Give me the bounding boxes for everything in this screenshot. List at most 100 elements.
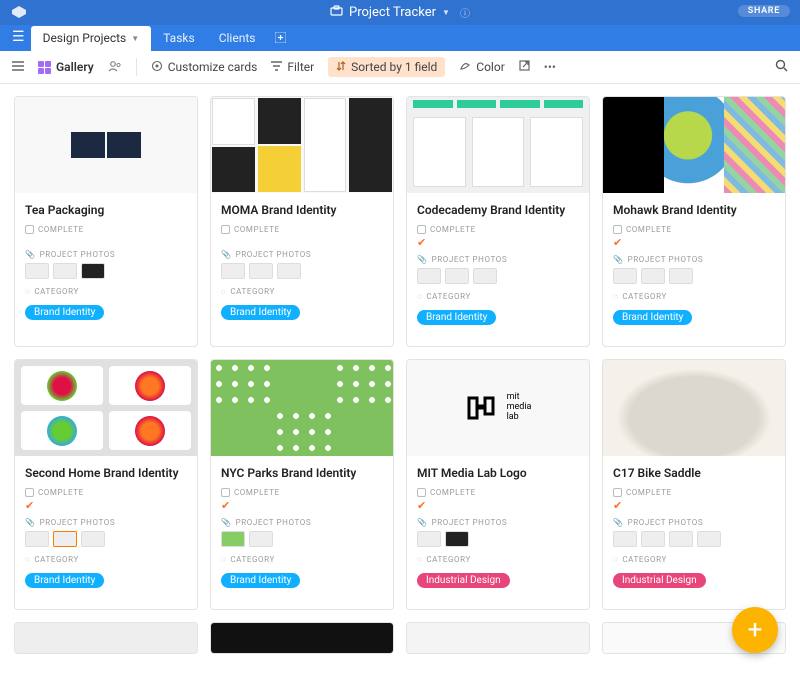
gallery-card[interactable]	[210, 622, 394, 654]
category-pill: Brand Identity	[25, 305, 104, 320]
add-tab-button[interactable]	[267, 27, 294, 51]
info-icon[interactable]: ⓘ	[460, 5, 470, 20]
check-icon: ✔	[417, 236, 579, 249]
field-category: ◌CATEGORY	[417, 555, 579, 564]
field-complete: COMPLETE	[221, 225, 383, 234]
person-field-icon[interactable]	[108, 60, 122, 75]
tab-bar: ☰ Design Projects ▼ Tasks Clients	[0, 25, 800, 51]
gallery-card[interactable]: Codecademy Brand Identity COMPLETE ✔ 📎PR…	[406, 96, 590, 347]
label: Color	[476, 60, 504, 74]
category-pill: Brand Identity	[417, 310, 496, 325]
card-title: MOMA Brand Identity	[221, 203, 383, 217]
photo-thumbs	[613, 531, 775, 547]
share-view-icon[interactable]	[519, 60, 530, 74]
check-icon: ✔	[613, 236, 775, 249]
card-cover	[603, 97, 785, 193]
gallery-card[interactable]: Tea Packaging COMPLETE 📎PROJECT PHOTOS ◌…	[14, 96, 198, 347]
checkbox-icon	[613, 225, 622, 234]
gear-icon	[151, 60, 163, 75]
gallery-card[interactable]: C17 Bike Saddle COMPLETE ✔ 📎PROJECT PHOT…	[602, 359, 786, 610]
tag-icon: ◌	[613, 555, 618, 564]
attachment-icon: 📎	[25, 250, 36, 259]
photo-thumbs	[25, 531, 187, 547]
checkbox-icon	[25, 488, 34, 497]
card-cover	[15, 97, 197, 193]
add-record-button[interactable]: +	[732, 607, 778, 653]
checkbox-icon	[221, 488, 230, 497]
tag-icon: ◌	[613, 292, 618, 301]
sort-button[interactable]: Sorted by 1 field	[328, 57, 445, 77]
tab-clients[interactable]: Clients	[207, 26, 268, 51]
field-category: ◌CATEGORY	[417, 292, 579, 301]
checkbox-icon	[613, 488, 622, 497]
check-icon: ✔	[417, 499, 579, 512]
attachment-icon: 📎	[417, 518, 428, 527]
attachment-icon: 📎	[221, 250, 232, 259]
category-pill: Industrial Design	[417, 573, 510, 588]
field-category: ◌CATEGORY	[613, 292, 775, 301]
menu-icon[interactable]: ☰	[8, 29, 31, 51]
photo-thumbs	[221, 531, 383, 547]
filter-button[interactable]: Filter	[271, 60, 314, 74]
gallery-card[interactable]	[14, 622, 198, 654]
view-toolbar: Gallery Customize cards Filter Sorted by…	[0, 51, 800, 84]
field-photos: 📎PROJECT PHOTOS	[417, 518, 579, 527]
field-photos: 📎PROJECT PHOTOS	[25, 250, 187, 259]
check-icon: ✔	[221, 499, 383, 512]
field-complete: COMPLETE	[221, 488, 383, 497]
gallery-grid: Tea Packaging COMPLETE 📎PROJECT PHOTOS ◌…	[0, 84, 800, 675]
gallery-card[interactable]: mit media lab MIT Media Lab Logo COMPLET…	[406, 359, 590, 610]
mit-text: mit media lab	[507, 393, 532, 423]
photo-thumbs	[417, 531, 579, 547]
field-category: ◌CATEGORY	[25, 555, 187, 564]
tag-icon: ◌	[25, 555, 30, 564]
check-icon: ✔	[613, 499, 775, 512]
field-complete: COMPLETE	[417, 225, 579, 234]
gallery-card[interactable]: NYC Parks Brand Identity COMPLETE ✔ 📎PRO…	[210, 359, 394, 610]
view-switcher[interactable]: Gallery	[38, 60, 94, 74]
photo-thumbs	[25, 263, 187, 279]
field-photos: 📎PROJECT PHOTOS	[221, 518, 383, 527]
card-cover: mit media lab	[407, 360, 589, 456]
card-cover	[211, 623, 393, 653]
share-button[interactable]: SHARE	[738, 5, 790, 17]
card-title: Mohawk Brand Identity	[613, 203, 775, 217]
paint-icon	[459, 60, 471, 75]
topbar: Project Tracker ▼ ⓘ SHARE	[0, 0, 800, 25]
tab-tasks[interactable]: Tasks	[151, 26, 207, 51]
tag-icon: ◌	[417, 292, 422, 301]
views-menu-icon[interactable]	[12, 60, 24, 74]
card-title: C17 Bike Saddle	[613, 466, 775, 480]
category-pill: Brand Identity	[613, 310, 692, 325]
field-complete: COMPLETE	[25, 488, 187, 497]
attachment-icon: 📎	[25, 518, 36, 527]
card-cover	[407, 97, 589, 193]
attachment-icon: 📎	[613, 518, 624, 527]
checkbox-icon	[417, 225, 426, 234]
briefcase-icon	[330, 5, 343, 20]
base-title-area[interactable]: Project Tracker ▼ ⓘ	[330, 5, 470, 20]
tag-icon: ◌	[25, 287, 30, 296]
label: Sorted by 1 field	[351, 60, 437, 74]
checkbox-icon	[417, 488, 426, 497]
color-button[interactable]: Color	[459, 60, 504, 75]
checkbox-icon	[221, 225, 230, 234]
view-name: Gallery	[56, 60, 94, 74]
tab-design-projects[interactable]: Design Projects ▼	[31, 26, 152, 51]
customize-cards-button[interactable]: Customize cards	[151, 60, 258, 75]
mit-logo-icon	[465, 394, 501, 422]
gallery-card[interactable]	[406, 622, 590, 654]
gallery-card[interactable]: Second Home Brand Identity COMPLETE ✔ 📎P…	[14, 359, 198, 610]
attachment-icon: 📎	[221, 518, 232, 527]
more-icon[interactable]: •••	[544, 60, 556, 74]
gallery-card[interactable]: MOMA Brand Identity COMPLETE 📎PROJECT PH…	[210, 96, 394, 347]
attachment-icon: 📎	[613, 255, 624, 264]
search-icon[interactable]	[775, 59, 788, 75]
field-category: ◌CATEGORY	[221, 287, 383, 296]
category-pill: Brand Identity	[25, 573, 104, 588]
category-pill: Brand Identity	[221, 573, 300, 588]
attachment-icon: 📎	[417, 255, 428, 264]
card-cover	[15, 360, 197, 456]
gallery-card[interactable]: Mohawk Brand Identity COMPLETE ✔ 📎PROJEC…	[602, 96, 786, 347]
label: Filter	[287, 60, 314, 74]
